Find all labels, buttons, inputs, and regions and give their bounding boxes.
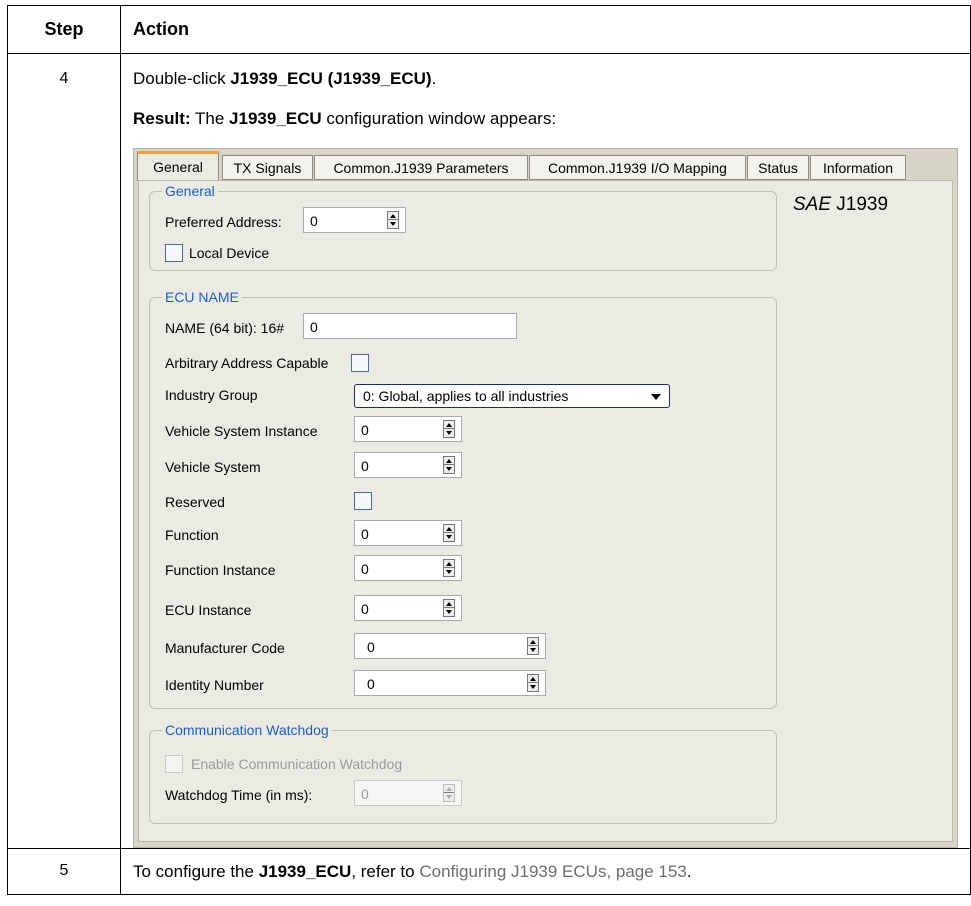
identity-number-label: Identity Number: [164, 677, 264, 693]
ecu-instance-spinner[interactable]: 0: [353, 595, 462, 621]
reserved-checkbox[interactable]: [353, 492, 372, 510]
vehicle-system-value: 0: [360, 458, 369, 474]
spinner-arrows-icon[interactable]: [386, 211, 399, 229]
vehicle-system-instance-label: Vehicle System Instance: [164, 423, 318, 439]
configuring-ecus-link[interactable]: Configuring J1939 ECUs, page 153: [419, 862, 686, 881]
arbitrary-address-checkbox[interactable]: [350, 354, 369, 372]
result-mid: The: [190, 109, 230, 128]
tab-tx-signals[interactable]: TX Signals: [221, 155, 313, 180]
watchdog-legend: Communication Watchdog: [164, 722, 329, 738]
result-device: J1939_ECU: [229, 109, 322, 128]
spinner-arrows-icon[interactable]: [442, 524, 455, 542]
ecu-instance-label: ECU Instance: [164, 602, 252, 618]
watchdog-time-value: 0: [360, 786, 369, 802]
local-device-checkbox[interactable]: [164, 244, 183, 262]
function-value: 0: [360, 526, 369, 542]
result-post: configuration window appears:: [321, 109, 557, 128]
function-label: Function: [164, 527, 219, 543]
spinner-arrows-icon[interactable]: [442, 599, 455, 617]
spinner-arrows-icon[interactable]: [442, 420, 455, 438]
instruction-device: J1939_ECU (J1939_ECU): [230, 69, 432, 88]
watchdog-group: Communication Watchdog: [148, 722, 777, 824]
name-value: 0: [309, 319, 318, 335]
brand-italic: SAE: [792, 194, 832, 215]
function-spinner[interactable]: 0: [353, 520, 462, 546]
instruction-pre: Double-click: [132, 69, 231, 88]
manufacturer-code-label: Manufacturer Code: [164, 640, 285, 656]
sae-j1939-logo: SAE J1939: [793, 194, 888, 216]
vehicle-system-spinner[interactable]: 0: [353, 452, 462, 478]
tab-common-parameters[interactable]: Common.J1939 Parameters: [313, 155, 528, 180]
action-cell: Double-click J1939_ECU (J1939_ECU). Resu…: [119, 53, 971, 849]
tab-bar: General TX Signals Common.J1939 Paramete…: [134, 149, 957, 183]
instruction-post: .: [431, 69, 437, 88]
industry-group-dropdown[interactable]: 0: Global, applies to all industries: [353, 384, 670, 408]
step-number: 5: [7, 848, 121, 895]
header-row: Step Action: [7, 5, 971, 54]
spinner-arrows-icon[interactable]: [442, 559, 455, 577]
watchdog-time-spinner[interactable]: 0: [353, 780, 462, 806]
preferred-address-spinner[interactable]: 0: [302, 207, 406, 233]
brand-rest: J1939: [831, 194, 889, 215]
function-instance-label: Function Instance: [164, 562, 276, 578]
manufacturer-code-spinner[interactable]: 0: [353, 633, 546, 659]
reserved-label: Reserved: [164, 494, 225, 510]
action-header: Action: [119, 5, 971, 54]
configure-mid: , refer to: [351, 862, 420, 881]
preferred-address-label: Preferred Address:: [164, 214, 282, 230]
general-pane: SAE J1939 General Preferred Address: 0 L…: [137, 180, 953, 842]
function-instance-value: 0: [360, 561, 369, 577]
tab-io-mapping[interactable]: Common.J1939 I/O Mapping: [528, 155, 746, 180]
manufacturer-code-value: 0: [366, 639, 375, 655]
config-window: General TX Signals Common.J1939 Paramete…: [132, 148, 958, 848]
spinner-arrows-icon[interactable]: [442, 456, 455, 474]
function-instance-spinner[interactable]: 0: [353, 555, 462, 581]
configure-post: .: [686, 862, 692, 881]
vehicle-system-instance-value: 0: [360, 422, 369, 438]
step-header: Step: [7, 5, 121, 54]
enable-watchdog-checkbox[interactable]: [164, 755, 183, 773]
steps-table: Step Action 4 Double-click J1939_ECU (J1…: [7, 5, 971, 895]
industry-group-value: 0: Global, applies to all industries: [362, 388, 569, 404]
table-row: 5 To configure the J1939_ECU, refer to C…: [7, 848, 971, 895]
result-label: Result:: [132, 109, 191, 128]
enable-watchdog-label: Enable Communication Watchdog: [190, 756, 403, 772]
name-input[interactable]: 0: [302, 313, 517, 339]
tab-status[interactable]: Status: [746, 155, 809, 180]
arbitrary-address-label: Arbitrary Address Capable: [164, 355, 329, 371]
step-number: 4: [7, 53, 121, 849]
tab-information[interactable]: Information: [809, 155, 906, 180]
action-cell: To configure the J1939_ECU, refer to Con…: [119, 848, 971, 895]
ecu-name-legend: ECU NAME: [164, 289, 239, 305]
watchdog-time-label: Watchdog Time (in ms):: [164, 787, 313, 803]
configure-device: J1939_ECU: [258, 862, 352, 881]
chevron-down-icon[interactable]: [650, 394, 661, 400]
industry-group-label: Industry Group: [164, 387, 258, 403]
tab-general[interactable]: General: [136, 151, 219, 181]
table-row: 4 Double-click J1939_ECU (J1939_ECU). Re…: [7, 53, 971, 849]
result-text: Result: The J1939_ECU configuration wind…: [133, 109, 970, 129]
instruction-text: Double-click J1939_ECU (J1939_ECU).: [133, 69, 970, 89]
preferred-address-value: 0: [309, 213, 318, 229]
vehicle-system-label: Vehicle System: [164, 459, 261, 475]
local-device-label: Local Device: [188, 245, 270, 261]
spinner-arrows-icon[interactable]: [526, 674, 539, 692]
spinner-arrows-icon[interactable]: [442, 784, 455, 802]
identity-number-spinner[interactable]: 0: [353, 670, 546, 696]
name-label: NAME (64 bit): 16#: [164, 320, 285, 336]
general-legend: General: [164, 183, 215, 199]
vehicle-system-instance-spinner[interactable]: 0: [353, 416, 462, 442]
ecu-instance-value: 0: [360, 601, 369, 617]
spinner-arrows-icon[interactable]: [526, 637, 539, 655]
configure-pre: To configure the: [132, 862, 259, 881]
identity-number-value: 0: [366, 676, 375, 692]
